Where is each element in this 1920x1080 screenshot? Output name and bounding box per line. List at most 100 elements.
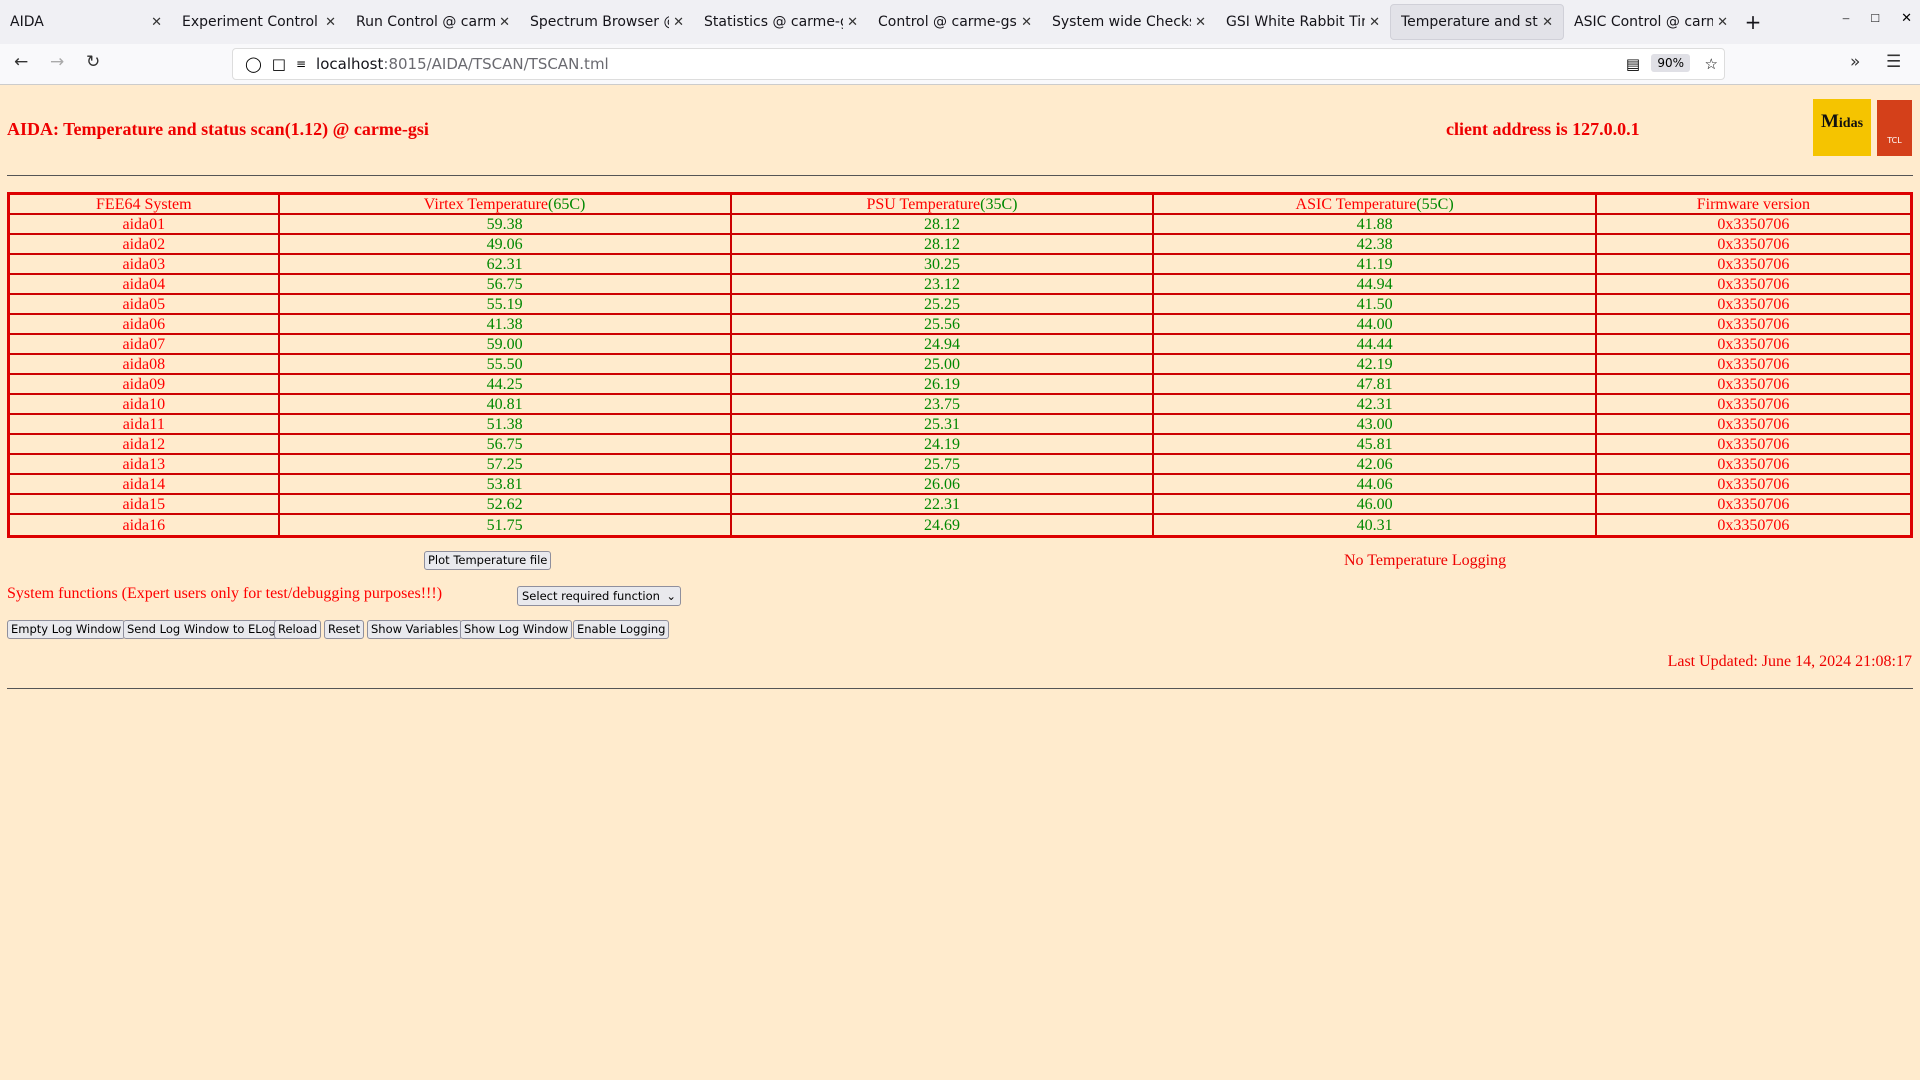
table-row: aida03 62.31 30.25 41.19 0x3350706	[10, 255, 1910, 275]
nav-bar: ← → ↻ ◯ □ ≡ localhost:8015/AIDA/TSCAN/TS…	[0, 44, 1920, 85]
system-cell: aida01	[10, 215, 280, 235]
firmware-cell: 0x3350706	[1596, 255, 1910, 275]
close-tab-icon[interactable]: ✕	[1717, 15, 1728, 30]
show-variables-button[interactable]: Show Variables	[367, 620, 463, 639]
psu-temp-cell: 25.56	[731, 315, 1155, 335]
browser-tab[interactable]: AIDA ✕	[0, 4, 172, 40]
close-tab-icon[interactable]: ✕	[1195, 15, 1206, 30]
virtex-temp-cell: 57.25	[279, 455, 732, 475]
psu-temp-cell: 30.25	[731, 255, 1155, 275]
reload-icon[interactable]: ↻	[86, 52, 100, 72]
psu-temp-cell: 25.75	[731, 455, 1155, 475]
client-address: client address is 127.0.0.1	[1446, 119, 1640, 139]
url-bar[interactable]: ◯ □ ≡ localhost:8015/AIDA/TSCAN/TSCAN.tm…	[232, 48, 1725, 80]
maximize-icon[interactable]: □	[1871, 10, 1879, 26]
psu-temp-cell: 26.06	[731, 475, 1155, 495]
browser-tab[interactable]: Temperature and stat ✕	[1390, 4, 1564, 40]
table-row: aida08 55.50 25.00 42.19 0x3350706	[10, 355, 1910, 375]
asic-temp-cell: 44.94	[1154, 275, 1597, 295]
browser-tab[interactable]: GSI White Rabbit Tim ✕	[1216, 4, 1390, 40]
firmware-cell: 0x3350706	[1596, 355, 1910, 375]
table-row: aida15 52.62 22.31 46.00 0x3350706	[10, 495, 1910, 515]
asic-temp-cell: 46.00	[1154, 495, 1597, 515]
bookmark-star-icon[interactable]: ☆	[1705, 55, 1718, 73]
browser-tab[interactable]: Control @ carme-gsi ✕	[868, 4, 1042, 40]
firmware-cell: 0x3350706	[1596, 335, 1910, 355]
header-label: PSU Temperature	[866, 195, 981, 213]
close-tab-icon[interactable]: ✕	[499, 15, 510, 30]
close-tab-icon[interactable]: ✕	[151, 15, 162, 30]
browser-tab[interactable]: ASIC Control @ carm ✕	[1564, 4, 1738, 40]
close-window-icon[interactable]: ✕	[1901, 10, 1912, 26]
reset-button[interactable]: Reset	[324, 620, 365, 639]
virtex-temp-cell: 44.25	[279, 375, 732, 395]
header-limit: (55C)	[1416, 195, 1454, 213]
virtex-temp-cell: 56.75	[279, 275, 732, 295]
close-tab-icon[interactable]: ✕	[847, 15, 858, 30]
table-row: aida11 51.38 25.31 43.00 0x3350706	[10, 415, 1910, 435]
virtex-temp-cell: 59.38	[279, 215, 732, 235]
asic-temp-cell: 44.06	[1154, 475, 1597, 495]
zoom-level[interactable]: 90%	[1651, 54, 1690, 72]
plot-temperature-file-button[interactable]: Plot Temperature file	[424, 551, 552, 570]
asic-temp-cell: 41.19	[1154, 255, 1597, 275]
firmware-cell: 0x3350706	[1596, 475, 1910, 495]
close-tab-icon[interactable]: ✕	[673, 15, 684, 30]
browser-tab[interactable]: Run Control @ carme ✕	[346, 4, 520, 40]
system-cell: aida05	[10, 295, 280, 315]
midas-logo: Midas	[1813, 99, 1871, 156]
back-icon[interactable]: ←	[14, 52, 28, 72]
menu-icon[interactable]: ☰	[1886, 52, 1901, 72]
system-cell: aida16	[10, 515, 280, 535]
enable-logging-button[interactable]: Enable Logging	[573, 620, 670, 639]
system-cell: aida12	[10, 435, 280, 455]
virtex-temp-cell: 55.50	[279, 355, 732, 375]
system-cell: aida10	[10, 395, 280, 415]
tab-bar: AIDA ✕ Experiment Control @ ✕ Run Control @ …	[0, 0, 1920, 44]
system-cell: aida06	[10, 315, 280, 335]
virtex-temp-cell: 53.81	[279, 475, 732, 495]
page-icon: □	[271, 55, 286, 73]
browser-tab[interactable]: System wide Checks (✕	[1042, 4, 1216, 40]
send-log-to-elog-button[interactable]: Send Log Window to ELog	[123, 620, 280, 639]
psu-temp-cell: 24.19	[731, 435, 1155, 455]
permissions-icon[interactable]: ≡	[296, 57, 306, 71]
firmware-cell: 0x3350706	[1596, 495, 1910, 515]
firmware-cell: 0x3350706	[1596, 295, 1910, 315]
close-tab-icon[interactable]: ✕	[1542, 15, 1553, 30]
asic-temp-cell: 43.00	[1154, 415, 1597, 435]
close-tab-icon[interactable]: ✕	[1369, 15, 1380, 30]
psu-temp-cell: 26.19	[731, 375, 1155, 395]
virtex-temp-cell: 59.00	[279, 335, 732, 355]
close-tab-icon[interactable]: ✕	[1021, 15, 1032, 30]
empty-log-window-button[interactable]: Empty Log Window	[7, 620, 126, 639]
reader-view-icon[interactable]: ▤	[1626, 55, 1640, 73]
tab-title: System wide Checks (	[1052, 14, 1192, 30]
virtex-temp-cell: 52.62	[279, 495, 732, 515]
table-row: aida09 44.25 26.19 47.81 0x3350706	[10, 375, 1910, 395]
browser-tab[interactable]: Spectrum Browser @ ✕	[520, 4, 694, 40]
minimize-icon[interactable]: –	[1843, 10, 1850, 26]
header-label: FEE64 System	[96, 195, 192, 213]
tab-title: GSI White Rabbit Tim	[1226, 14, 1366, 30]
firmware-cell: 0x3350706	[1596, 455, 1910, 475]
firmware-cell: 0x3350706	[1717, 516, 1790, 534]
table-row: aida16 51.75 24.69 40.31 0x3350706	[10, 515, 1910, 535]
reload-button[interactable]: Reload	[274, 620, 322, 639]
asic-temp-cell: 45.81	[1154, 435, 1597, 455]
virtex-temp-cell: 49.06	[279, 235, 732, 255]
new-tab-icon[interactable]: +	[1738, 10, 1768, 34]
browser-tab[interactable]: Statistics @ carme-g ✕	[694, 4, 868, 40]
browser-tab[interactable]: Experiment Control @ ✕	[172, 4, 346, 40]
table-row: aida01 59.38 28.12 41.88 0x3350706	[10, 215, 1910, 235]
forward-icon[interactable]: →	[50, 52, 64, 72]
system-cell: aida15	[10, 495, 280, 515]
column-header: FEE64 System	[10, 195, 280, 215]
overflow-chevron-icon[interactable]: »	[1850, 52, 1860, 72]
show-log-window-button[interactable]: Show Log Window	[460, 620, 573, 639]
firmware-cell: 0x3350706	[1596, 395, 1910, 415]
function-select[interactable]: Select required function ⌄	[517, 586, 681, 606]
select-value: Select required function	[522, 589, 660, 603]
header-limit: (35C)	[980, 195, 1018, 213]
close-tab-icon[interactable]: ✕	[325, 15, 336, 30]
